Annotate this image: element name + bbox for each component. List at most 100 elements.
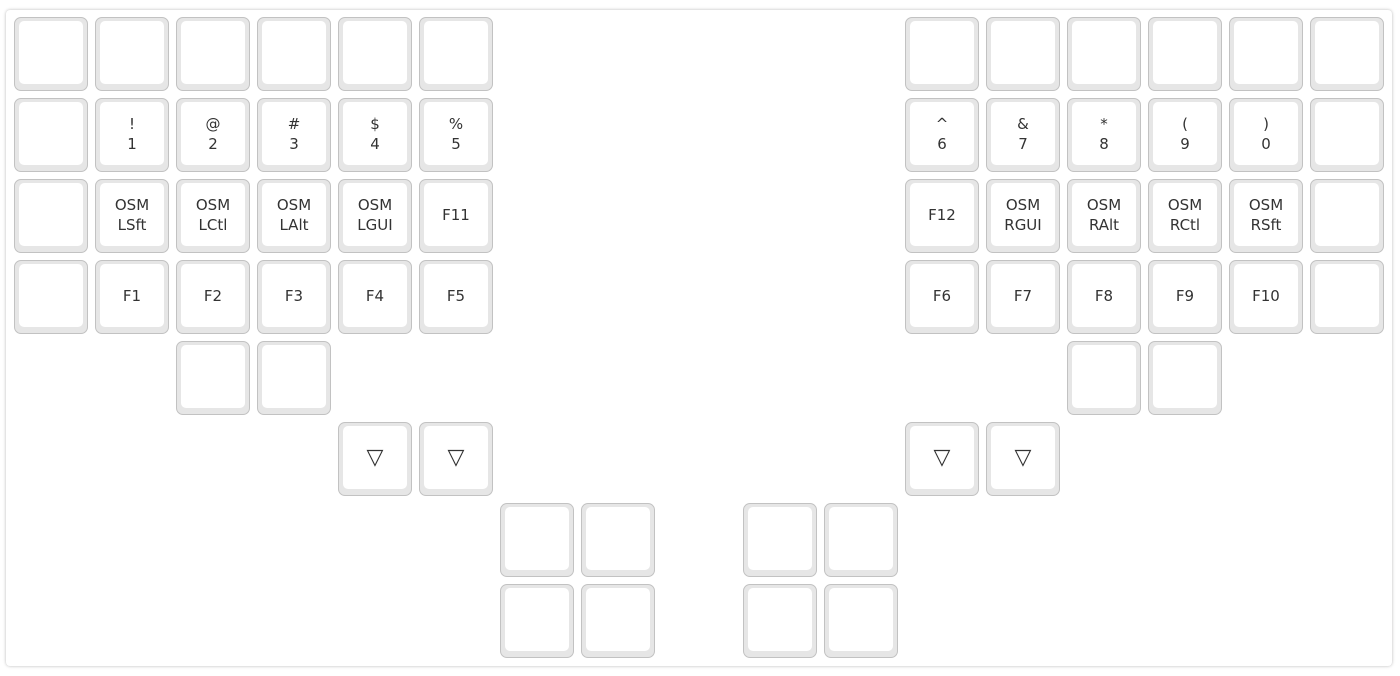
key-base-label: 8 (1099, 134, 1109, 153)
keycap-label: F10 (1234, 264, 1298, 327)
key-right-thumb-4[interactable] (824, 584, 898, 658)
keycap-label (100, 21, 164, 84)
keycap-label (1072, 21, 1136, 84)
keycap-label (505, 588, 569, 651)
key-right-r1-c0[interactable]: ^ 6 (905, 98, 979, 172)
key-right-r3-c0[interactable]: F6 (905, 260, 979, 334)
key-left-r1-c0[interactable] (14, 98, 88, 172)
key-left-thumb-4[interactable] (581, 584, 655, 658)
keycap-label: F7 (991, 264, 1055, 327)
key-right-r3-c3[interactable]: F9 (1148, 260, 1222, 334)
keycap-label: F5 (424, 264, 488, 327)
keycap-label (1072, 345, 1136, 408)
key-right-r4-c2[interactable] (1067, 341, 1141, 415)
keycap-label (181, 345, 245, 408)
key-shift-label: $ (370, 114, 380, 133)
key-right-r1-c5[interactable] (1310, 98, 1384, 172)
keyboard-layout: ! 1 @2 #3 $4 % 5 OSM LSft OSM LCtl OSM LAlt O… (6, 10, 1392, 666)
transparent-down-triangle-icon: ▽ (343, 426, 407, 489)
key-left-r1-c2[interactable]: @2 (176, 98, 250, 172)
key-right-r0-c4[interactable] (1229, 17, 1303, 91)
key-right-r2-c2[interactable]: OSM RAlt (1067, 179, 1141, 253)
key-right-r0-c1[interactable] (986, 17, 1060, 91)
key-line1-label: OSM (1248, 195, 1284, 214)
key-right-r0-c2[interactable] (1067, 17, 1141, 91)
key-right-transparent-1[interactable]: ▽ (905, 422, 979, 496)
key-left-r2-c5[interactable]: F11 (419, 179, 493, 253)
key-left-r1-c4[interactable]: $4 (338, 98, 412, 172)
key-left-transparent-2[interactable]: ▽ (419, 422, 493, 496)
key-left-thumb-3[interactable] (500, 584, 574, 658)
key-left-r2-c4[interactable]: OSM LGUI (338, 179, 412, 253)
key-right-thumb-2[interactable] (824, 503, 898, 577)
key-right-r1-c4[interactable]: ) 0 (1229, 98, 1303, 172)
key-right-r2-c0[interactable]: F12 (905, 179, 979, 253)
key-right-thumb-1[interactable] (743, 503, 817, 577)
keycap-label (1315, 264, 1379, 327)
keycap-label (343, 21, 407, 84)
keycap-label (1153, 21, 1217, 84)
key-left-r0-c0[interactable] (14, 17, 88, 91)
transparent-down-triangle-icon: ▽ (910, 426, 974, 489)
keycap-label (586, 588, 650, 651)
key-left-r3-c5[interactable]: F5 (419, 260, 493, 334)
key-right-r2-c5[interactable] (1310, 179, 1384, 253)
key-left-r0-c5[interactable] (419, 17, 493, 91)
key-line2-label: LGUI (357, 215, 393, 234)
key-right-r1-c2[interactable]: * 8 (1067, 98, 1141, 172)
keycap-label (1315, 21, 1379, 84)
key-base-label: 7 (1018, 134, 1028, 153)
keycap-label (910, 21, 974, 84)
key-line1-label: F11 (442, 205, 470, 224)
key-base-label: 0 (1261, 134, 1271, 153)
key-left-r3-c3[interactable]: F3 (257, 260, 331, 334)
key-left-r2-c0[interactable] (14, 179, 88, 253)
key-left-r0-c3[interactable] (257, 17, 331, 91)
key-right-r3-c5[interactable] (1310, 260, 1384, 334)
key-left-r4-c2[interactable] (176, 341, 250, 415)
key-left-r4-c3[interactable] (257, 341, 331, 415)
key-left-r2-c1[interactable]: OSM LSft (95, 179, 169, 253)
key-right-r2-c1[interactable]: OSM RGUI (986, 179, 1060, 253)
key-right-r3-c2[interactable]: F8 (1067, 260, 1141, 334)
keycap-label (1234, 21, 1298, 84)
key-left-r3-c4[interactable]: F4 (338, 260, 412, 334)
key-right-r1-c3[interactable]: (9 (1148, 98, 1222, 172)
keycap-label (586, 507, 650, 570)
key-left-r1-c1[interactable]: ! 1 (95, 98, 169, 172)
key-shift-label: ) (1263, 114, 1269, 133)
key-line1-label: OSM (1086, 195, 1122, 214)
key-left-r2-c2[interactable]: OSM LCtl (176, 179, 250, 253)
key-right-transparent-2[interactable]: ▽ (986, 422, 1060, 496)
key-right-r2-c4[interactable]: OSM RSft (1229, 179, 1303, 253)
key-right-r2-c3[interactable]: OSM RCtl (1148, 179, 1222, 253)
key-right-r3-c1[interactable]: F7 (986, 260, 1060, 334)
key-left-r2-c3[interactable]: OSM LAlt (257, 179, 331, 253)
key-right-r3-c4[interactable]: F10 (1229, 260, 1303, 334)
key-left-r1-c3[interactable]: #3 (257, 98, 331, 172)
key-left-r3-c2[interactable]: F2 (176, 260, 250, 334)
key-right-r4-c3[interactable] (1148, 341, 1222, 415)
key-line1-label: F12 (928, 205, 956, 224)
key-right-r0-c0[interactable] (905, 17, 979, 91)
keycap-label (829, 588, 893, 651)
key-left-r3-c0[interactable] (14, 260, 88, 334)
keycap-label (424, 21, 488, 84)
key-right-r0-c5[interactable] (1310, 17, 1384, 91)
key-right-r0-c3[interactable] (1148, 17, 1222, 91)
key-left-r0-c2[interactable] (176, 17, 250, 91)
key-left-r0-c1[interactable] (95, 17, 169, 91)
key-line1-label: OSM (195, 195, 231, 214)
key-left-r3-c1[interactable]: F1 (95, 260, 169, 334)
key-line2-label: RAlt (1088, 215, 1120, 234)
key-left-thumb-2[interactable] (581, 503, 655, 577)
key-left-transparent-1[interactable]: ▽ (338, 422, 412, 496)
keycap-label (262, 345, 326, 408)
key-right-r1-c1[interactable]: & 7 (986, 98, 1060, 172)
key-left-r0-c4[interactable] (338, 17, 412, 91)
key-left-r1-c5[interactable]: % 5 (419, 98, 493, 172)
key-shift-label: @ (205, 114, 221, 133)
key-right-thumb-3[interactable] (743, 584, 817, 658)
key-left-thumb-1[interactable] (500, 503, 574, 577)
transparent-down-triangle-icon: ▽ (991, 426, 1055, 489)
